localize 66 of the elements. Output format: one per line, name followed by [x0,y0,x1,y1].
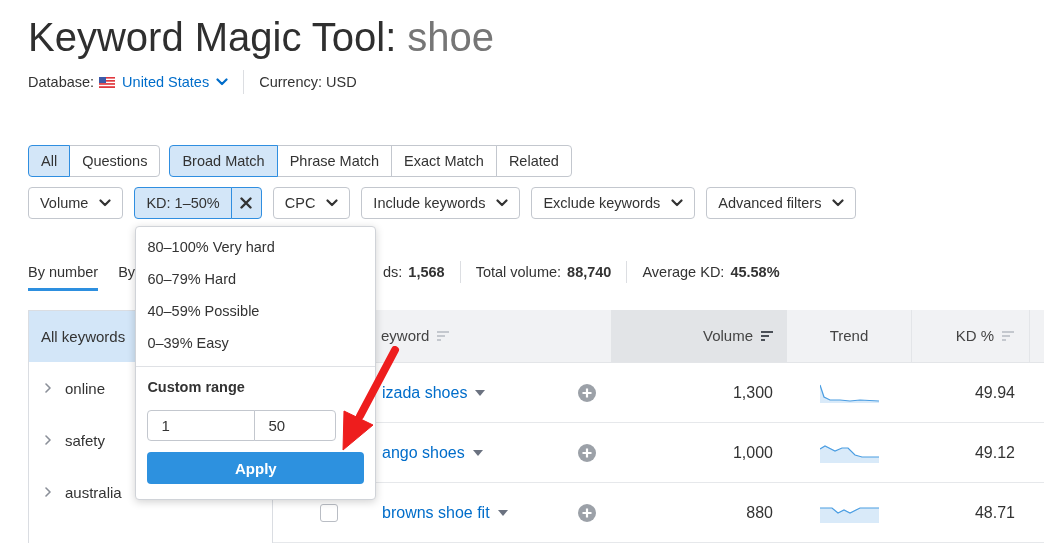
menu-option[interactable]: 60–79% Hard [136,263,376,295]
menu-option[interactable]: 40–59% Possible [136,295,376,327]
kd-cell: 49.94 [974,383,1015,402]
chevron-down-icon [671,199,684,207]
range-from-field[interactable]: 1 [147,410,256,441]
filter-button[interactable]: KD: 1–50% [134,187,232,219]
chevron-down-icon [99,199,112,207]
kd-cell: 48.71 [974,503,1015,522]
caret-down-icon[interactable] [472,449,483,456]
column-header[interactable]: eyword [381,328,450,344]
menu-option[interactable]: 0–39% Easy [136,327,376,359]
chevron-down-icon [496,199,509,207]
stat-label: ds: [383,264,403,280]
filter-dropdown[interactable]: CPC [272,187,351,219]
chevron-down-icon [216,78,229,86]
column-header[interactable]: Volume [702,328,773,344]
close-icon [240,197,253,209]
filter-dropdown[interactable]: Volume [28,187,124,219]
group-item[interactable]: safety [29,414,106,466]
column-header[interactable]: KD % [955,328,1014,344]
add-icon[interactable] [578,383,596,402]
stat-value: 1,568 [408,264,445,280]
tab[interactable]: Related [495,145,572,177]
stat-label: Total volume: [475,264,562,280]
view-tab[interactable]: By number [28,262,99,291]
volume-cell: 1,300 [732,383,773,402]
chevron-down-icon [326,199,339,207]
database-label: Database: [28,74,95,90]
chevron-down-icon [832,199,845,207]
flag-icon [99,76,116,88]
tab[interactable]: All [28,145,71,177]
kd-cell: 49.12 [974,443,1015,462]
keyword-link[interactable]: ango shoes [382,442,465,463]
filter-dropdown[interactable]: Include keywords [361,187,521,219]
stat-value: 45.58% [730,264,780,280]
volume-cell: 1,000 [732,443,773,462]
keyword-link[interactable]: izada shoes [382,382,468,403]
view-tab[interactable]: By [118,262,136,291]
menu-option[interactable]: 80–100% Very hard [136,231,376,263]
caret-down-icon[interactable] [475,389,486,396]
column-header[interactable]: Trend [829,328,869,344]
filter-dropdown[interactable]: Advanced filters [706,187,857,219]
volume-cell: 880 [746,503,773,522]
stat-value: 88,740 [567,264,612,280]
currency-label: Currency: USD [259,74,357,90]
page-title: Keyword Magic Tool: [28,14,397,61]
group-item[interactable]: online [29,362,106,414]
keyword-link[interactable]: browns shoe fit [382,502,490,523]
search-query: shoe [407,14,495,61]
custom-range-label: Custom range [147,378,246,397]
trend-sparkline [820,382,879,403]
filter-dropdown[interactable]: Exclude keywords [531,187,696,219]
row-checkbox[interactable] [320,503,338,522]
add-icon[interactable] [578,503,596,522]
add-icon[interactable] [578,443,596,462]
tab[interactable]: Phrase Match [276,145,393,177]
stat-label: Average KD: [642,264,725,280]
caret-down-icon[interactable] [497,509,508,516]
group-item[interactable]: All keywords [29,311,138,362]
tab[interactable]: Questions [69,145,161,177]
tab[interactable]: Broad Match [169,145,278,177]
tab[interactable]: Exact Match [391,145,497,177]
range-to-field[interactable]: 50 [254,410,337,441]
group-item[interactable]: australia [29,466,122,518]
clear-filter-button[interactable] [230,187,262,219]
database-dropdown[interactable]: United States [99,72,229,92]
